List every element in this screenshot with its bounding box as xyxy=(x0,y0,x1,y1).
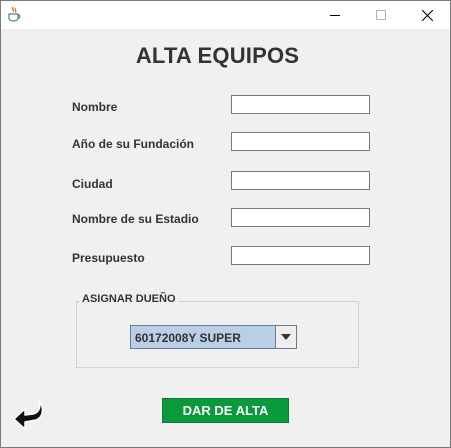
owner-select[interactable]: 60172008Y SUPER xyxy=(130,325,297,349)
maximize-icon xyxy=(376,10,386,20)
back-arrow-icon xyxy=(13,401,44,430)
ciudad-input[interactable] xyxy=(231,171,370,190)
minimize-button[interactable] xyxy=(312,1,358,29)
owner-group-title: ASIGNAR DUEÑO xyxy=(80,293,178,305)
title-bar[interactable] xyxy=(1,1,450,29)
ciudad-label: Ciudad xyxy=(72,177,113,191)
back-button[interactable] xyxy=(12,399,46,435)
estadio-label: Nombre de su Estadio xyxy=(72,212,199,226)
fundacion-input[interactable] xyxy=(231,132,370,151)
fundacion-label: Año de su Fundación xyxy=(72,137,194,151)
owner-select-arrow[interactable] xyxy=(275,326,296,348)
close-icon xyxy=(421,9,433,21)
java-cup-icon xyxy=(8,6,21,22)
presupuesto-label: Presupuesto xyxy=(72,251,145,265)
nombre-label: Nombre xyxy=(72,100,118,114)
app-window: ALTA EQUIPOS Nombre Año de su Fundación … xyxy=(0,0,451,448)
presupuesto-input[interactable] xyxy=(231,246,370,265)
maximize-button[interactable] xyxy=(358,1,404,29)
submit-button[interactable]: DAR DE ALTA xyxy=(162,398,289,423)
form-heading: ALTA EQUIPOS xyxy=(135,43,300,68)
estadio-input[interactable] xyxy=(231,208,370,227)
owner-select-value: 60172008Y SUPER xyxy=(135,331,241,345)
chevron-down-icon xyxy=(281,334,291,340)
nombre-input[interactable] xyxy=(231,95,370,114)
close-button[interactable] xyxy=(404,1,450,29)
minimize-icon xyxy=(330,15,340,16)
